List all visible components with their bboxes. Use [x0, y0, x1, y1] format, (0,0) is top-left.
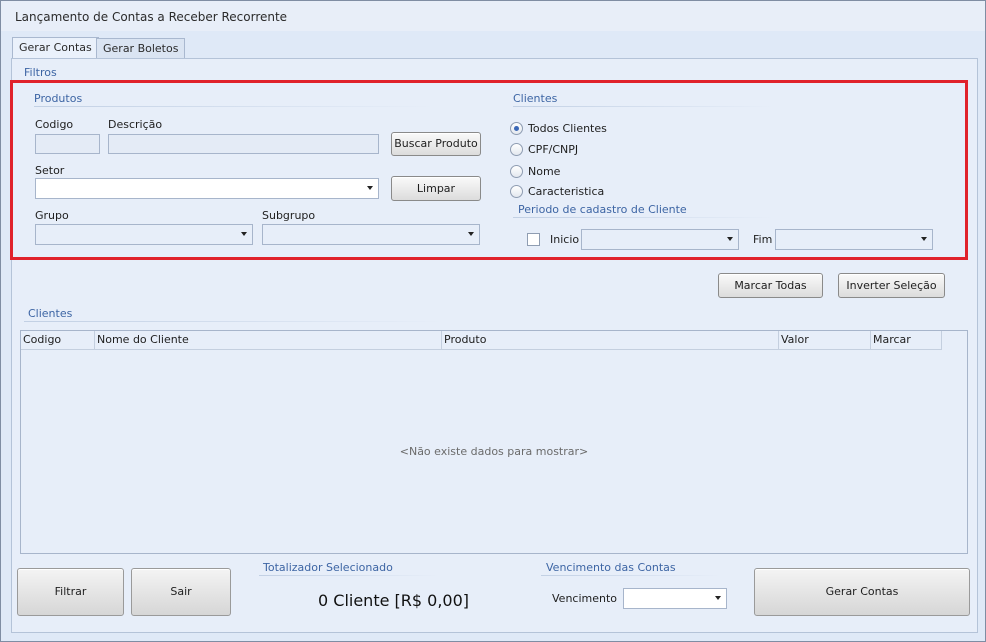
marcar-todas-label: Marcar Todas	[734, 279, 807, 292]
grid-header: Codigo Nome do Cliente Produto Valor Mar…	[21, 331, 942, 350]
periodo-caption: Periodo de cadastro de Cliente	[518, 203, 687, 216]
descricao-field[interactable]	[108, 134, 379, 154]
sair-button[interactable]: Sair	[131, 568, 231, 616]
clientes-grid[interactable]: Codigo Nome do Cliente Produto Valor Mar…	[20, 330, 968, 554]
radio-cpf-cnpj[interactable]	[510, 143, 523, 156]
radio-caracteristica-label[interactable]: Caracteristica	[528, 185, 604, 198]
subgrupo-select[interactable]	[262, 224, 480, 245]
radio-cpf-cnpj-label[interactable]: CPF/CNPJ	[528, 143, 578, 156]
clientes-grid-divider	[24, 321, 444, 322]
produtos-divider	[34, 106, 434, 107]
tab-gerar-boletos[interactable]: Gerar Boletos	[96, 38, 186, 59]
column-header-marcar[interactable]: Marcar	[871, 331, 942, 349]
gerar-contas-button[interactable]: Gerar Contas	[754, 568, 970, 616]
chevron-down-icon	[367, 186, 373, 190]
tab-gerar-contas[interactable]: Gerar Contas	[12, 37, 99, 59]
totalizador-caption: Totalizador Selecionado	[263, 561, 393, 574]
vencimento-divider	[541, 575, 721, 576]
filtrar-label: Filtrar	[54, 585, 87, 598]
subgrupo-label: Subgrupo	[262, 209, 316, 222]
column-header-produto[interactable]: Produto	[442, 331, 779, 349]
inverter-selecao-button[interactable]: Inverter Seleção	[838, 273, 945, 298]
gerar-contas-label: Gerar Contas	[825, 585, 899, 598]
vencimento-date-select[interactable]	[623, 588, 727, 609]
clientes-filter-divider	[513, 106, 773, 107]
periodo-divider	[513, 217, 773, 218]
chevron-down-icon	[727, 237, 733, 241]
column-header-nome-cliente[interactable]: Nome do Cliente	[95, 331, 442, 349]
clientes-filter-caption: Clientes	[513, 92, 558, 105]
descricao-label: Descrição	[108, 118, 163, 131]
totalizador-value: 0 Cliente [R$ 0,00]	[318, 591, 470, 610]
codigo-label: Codigo	[35, 118, 74, 131]
column-header-valor[interactable]: Valor	[779, 331, 871, 349]
marcar-todas-button[interactable]: Marcar Todas	[718, 273, 823, 298]
chevron-down-icon	[921, 237, 927, 241]
limpar-label: Limpar	[416, 182, 456, 195]
setor-select[interactable]	[35, 178, 379, 199]
fim-label: Fim	[753, 233, 773, 246]
title-bar: Lançamento de Contas a Receber Recorrent…	[1, 1, 985, 31]
grupo-label: Grupo	[35, 209, 69, 222]
setor-label: Setor	[35, 164, 65, 177]
radio-nome[interactable]	[510, 165, 523, 178]
chevron-down-icon	[241, 232, 247, 236]
grupo-select[interactable]	[35, 224, 253, 245]
vencimento-label: Vencimento	[552, 592, 618, 605]
chevron-down-icon	[468, 232, 474, 236]
vencimento-caption: Vencimento das Contas	[546, 561, 676, 574]
radio-todos-clientes[interactable]	[510, 122, 523, 135]
filtrar-button[interactable]: Filtrar	[17, 568, 124, 616]
totalizador-divider	[259, 575, 439, 576]
codigo-field[interactable]	[35, 134, 100, 154]
filtros-caption: Filtros	[24, 66, 57, 79]
column-header-codigo[interactable]: Codigo	[21, 331, 95, 349]
radio-caracteristica[interactable]	[510, 185, 523, 198]
buscar-produto-button[interactable]: Buscar Produto	[391, 132, 481, 156]
inverter-selecao-label: Inverter Seleção	[846, 279, 937, 292]
grid-empty-message: <Não existe dados para mostrar>	[399, 445, 589, 458]
produtos-caption: Produtos	[34, 92, 83, 105]
inicio-checkbox[interactable]	[527, 233, 540, 246]
window-title: Lançamento de Contas a Receber Recorrent…	[15, 10, 288, 24]
buscar-produto-label: Buscar Produto	[394, 137, 478, 150]
chevron-down-icon	[715, 596, 721, 600]
fim-date-select[interactable]	[775, 229, 933, 250]
radio-nome-label[interactable]: Nome	[528, 165, 560, 178]
radio-todos-clientes-label[interactable]: Todos Clientes	[528, 122, 607, 135]
inicio-date-select[interactable]	[581, 229, 739, 250]
sair-label: Sair	[170, 585, 192, 598]
inicio-label: Inicio	[550, 233, 580, 246]
main-window: Lançamento de Contas a Receber Recorrent…	[0, 0, 986, 642]
limpar-button[interactable]: Limpar	[391, 176, 481, 201]
clientes-grid-caption: Clientes	[28, 307, 73, 320]
